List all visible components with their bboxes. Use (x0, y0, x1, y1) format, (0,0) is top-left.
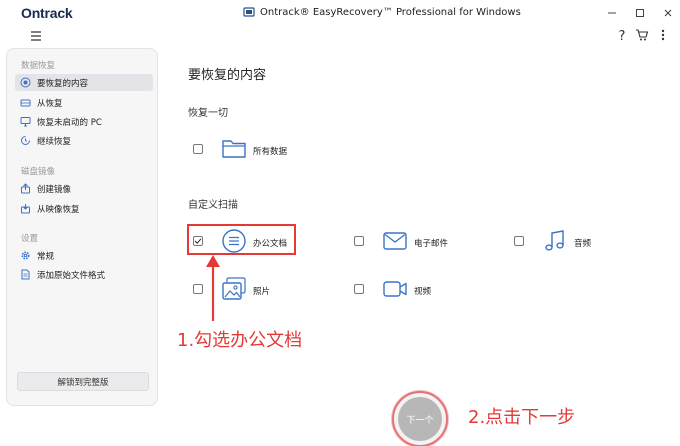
file-format-icon (21, 269, 30, 280)
video-icon (383, 281, 407, 297)
audio-label: 音频 (574, 239, 592, 249)
annotation-step-2: 2.点击下一步 (468, 407, 576, 428)
photos-label: 照片 (253, 287, 271, 297)
all-data-label: 所有数据 (253, 147, 288, 157)
svg-text:?: ? (619, 29, 626, 42)
all-data-checkbox[interactable] (193, 144, 203, 154)
sidebar-item-label: 常规 (37, 251, 55, 262)
resume-icon (21, 136, 30, 145)
sidebar-item-label: 恢复未启动的 PC (37, 117, 102, 128)
create-image-icon (21, 183, 30, 194)
restore-image-icon (21, 204, 30, 214)
sidebar-section-disk-image: 磁盘镜像 (21, 167, 56, 177)
sidebar-item-what-to-recover[interactable]: 要恢复的内容 (15, 74, 153, 91)
app-logo: Ontrack (21, 5, 73, 21)
cart-icon[interactable] (635, 28, 649, 42)
sidebar-item-label: 创建镜像 (37, 184, 72, 195)
video-checkbox[interactable] (354, 284, 364, 294)
photos-checkbox[interactable] (193, 284, 203, 294)
sidebar-item-resume-recovery[interactable]: 继续恢复 (15, 132, 153, 149)
close-icon (664, 9, 672, 17)
minimize-button[interactable] (603, 4, 621, 22)
sidebar-item-label: 要恢复的内容 (37, 78, 89, 89)
sidebar-item-recover-from[interactable]: 从恢复 (15, 94, 153, 111)
title-bar: Ontrack Ontrack® EasyRecovery™ Professio… (0, 0, 680, 26)
sidebar-item-create-image[interactable]: 创建镜像 (15, 180, 153, 197)
folder-icon (222, 140, 246, 158)
annotation-arrow-icon (206, 255, 220, 321)
sidebar-item-general[interactable]: 常规 (15, 247, 153, 264)
window-title: Ontrack® EasyRecovery™ Professional for … (243, 6, 521, 18)
highlight-box (187, 224, 296, 255)
sidebar-item-recover-unbootable-pc[interactable]: 恢复未启动的 PC (15, 113, 153, 130)
audio-checkbox[interactable] (514, 236, 524, 246)
sidebar-item-label: 从恢复 (37, 98, 63, 109)
section-title-custom-scan: 自定义扫描 (188, 200, 238, 211)
app-icon (243, 7, 255, 17)
maximize-button[interactable] (631, 4, 649, 22)
sidebar-item-label: 继续恢复 (37, 136, 72, 147)
sidebar: 数据恢复 要恢复的内容 从恢复 恢复未启动的 PC 继续恢复 磁盘镜像 创建镜像… (6, 48, 158, 406)
next-button[interactable]: 下一个 (398, 397, 442, 441)
gear-icon (21, 251, 30, 260)
photo-icon (222, 277, 246, 300)
sidebar-section-data-recovery: 数据恢复 (21, 61, 56, 71)
page-title: 要恢复的内容 (188, 68, 267, 83)
music-icon (545, 230, 564, 251)
hamburger-menu-icon[interactable] (29, 29, 43, 43)
email-checkbox[interactable] (354, 236, 364, 246)
maximize-icon (636, 9, 644, 17)
more-options-icon[interactable] (656, 28, 670, 42)
email-label: 电子邮件 (414, 239, 449, 249)
sidebar-section-settings: 设置 (21, 234, 39, 244)
unlock-full-version-button[interactable]: 解锁到完整版 (17, 372, 149, 391)
window-title-text: Ontrack® EasyRecovery™ Professional for … (260, 6, 521, 18)
toolbar: ? (0, 26, 680, 46)
sidebar-item-add-raw-file-format[interactable]: 添加原始文件格式 (15, 266, 153, 283)
sidebar-item-restore-from-image[interactable]: 从映像恢复 (15, 200, 153, 217)
annotation-step-1: 1.勾选办公文档 (177, 330, 303, 351)
monitor-icon (20, 117, 31, 127)
section-title-recover-all: 恢复一切 (188, 108, 228, 119)
close-button[interactable] (659, 4, 677, 22)
email-icon (383, 232, 407, 250)
drive-icon (20, 99, 31, 107)
sidebar-item-label: 从映像恢复 (37, 204, 80, 215)
help-icon[interactable]: ? (615, 28, 629, 42)
video-label: 视频 (414, 287, 432, 297)
minimize-icon (608, 12, 616, 14)
target-icon (20, 77, 31, 88)
sidebar-item-label: 添加原始文件格式 (37, 270, 106, 281)
